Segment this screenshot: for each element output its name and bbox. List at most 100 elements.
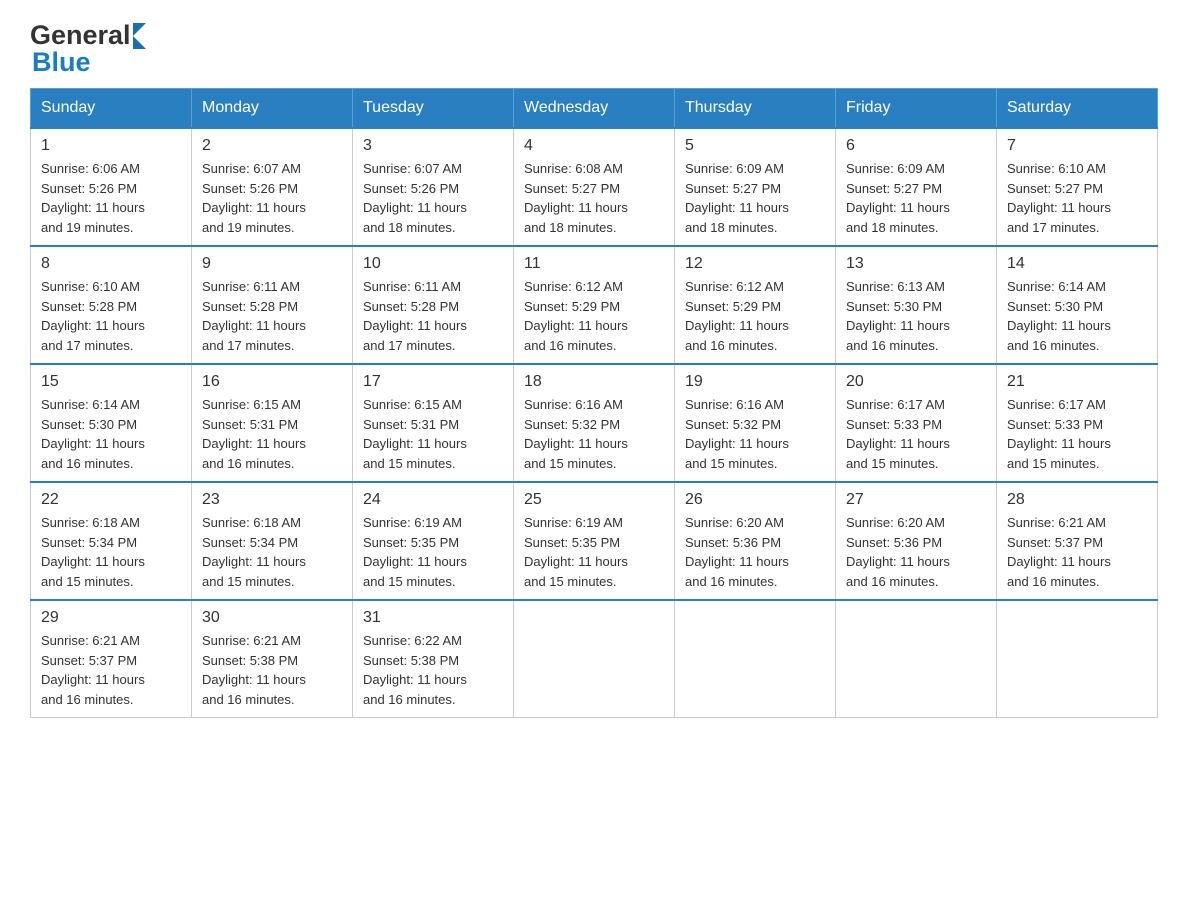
calendar-cell: 31 Sunrise: 6:22 AMSunset: 5:38 PMDaylig… bbox=[353, 600, 514, 718]
day-number: 11 bbox=[524, 255, 664, 273]
day-info: Sunrise: 6:10 AMSunset: 5:27 PMDaylight:… bbox=[1007, 161, 1111, 235]
weekday-header-saturday: Saturday bbox=[997, 89, 1158, 129]
calendar-cell: 23 Sunrise: 6:18 AMSunset: 5:34 PMDaylig… bbox=[192, 482, 353, 600]
weekday-header-monday: Monday bbox=[192, 89, 353, 129]
day-info: Sunrise: 6:17 AMSunset: 5:33 PMDaylight:… bbox=[846, 397, 950, 471]
day-number: 24 bbox=[363, 491, 503, 509]
calendar-cell: 16 Sunrise: 6:15 AMSunset: 5:31 PMDaylig… bbox=[192, 364, 353, 482]
calendar-cell bbox=[836, 600, 997, 718]
day-info: Sunrise: 6:18 AMSunset: 5:34 PMDaylight:… bbox=[41, 515, 145, 589]
calendar-week-row: 8 Sunrise: 6:10 AMSunset: 5:28 PMDayligh… bbox=[31, 246, 1158, 364]
day-info: Sunrise: 6:10 AMSunset: 5:28 PMDaylight:… bbox=[41, 279, 145, 353]
day-number: 8 bbox=[41, 255, 181, 273]
day-number: 14 bbox=[1007, 255, 1147, 273]
calendar-cell bbox=[675, 600, 836, 718]
calendar-cell: 14 Sunrise: 6:14 AMSunset: 5:30 PMDaylig… bbox=[997, 246, 1158, 364]
calendar-cell: 9 Sunrise: 6:11 AMSunset: 5:28 PMDayligh… bbox=[192, 246, 353, 364]
calendar-cell: 15 Sunrise: 6:14 AMSunset: 5:30 PMDaylig… bbox=[31, 364, 192, 482]
day-info: Sunrise: 6:12 AMSunset: 5:29 PMDaylight:… bbox=[685, 279, 789, 353]
calendar-cell: 10 Sunrise: 6:11 AMSunset: 5:28 PMDaylig… bbox=[353, 246, 514, 364]
calendar-cell bbox=[514, 600, 675, 718]
day-info: Sunrise: 6:14 AMSunset: 5:30 PMDaylight:… bbox=[41, 397, 145, 471]
calendar-header: SundayMondayTuesdayWednesdayThursdayFrid… bbox=[31, 89, 1158, 129]
day-info: Sunrise: 6:21 AMSunset: 5:37 PMDaylight:… bbox=[1007, 515, 1111, 589]
calendar-cell: 5 Sunrise: 6:09 AMSunset: 5:27 PMDayligh… bbox=[675, 128, 836, 246]
calendar-cell: 17 Sunrise: 6:15 AMSunset: 5:31 PMDaylig… bbox=[353, 364, 514, 482]
day-number: 13 bbox=[846, 255, 986, 273]
day-info: Sunrise: 6:19 AMSunset: 5:35 PMDaylight:… bbox=[524, 515, 628, 589]
day-info: Sunrise: 6:14 AMSunset: 5:30 PMDaylight:… bbox=[1007, 279, 1111, 353]
day-number: 9 bbox=[202, 255, 342, 273]
day-number: 19 bbox=[685, 373, 825, 391]
day-info: Sunrise: 6:09 AMSunset: 5:27 PMDaylight:… bbox=[685, 161, 789, 235]
calendar-cell: 25 Sunrise: 6:19 AMSunset: 5:35 PMDaylig… bbox=[514, 482, 675, 600]
calendar-cell: 18 Sunrise: 6:16 AMSunset: 5:32 PMDaylig… bbox=[514, 364, 675, 482]
day-info: Sunrise: 6:09 AMSunset: 5:27 PMDaylight:… bbox=[846, 161, 950, 235]
day-info: Sunrise: 6:13 AMSunset: 5:30 PMDaylight:… bbox=[846, 279, 950, 353]
calendar-cell: 6 Sunrise: 6:09 AMSunset: 5:27 PMDayligh… bbox=[836, 128, 997, 246]
calendar-cell: 3 Sunrise: 6:07 AMSunset: 5:26 PMDayligh… bbox=[353, 128, 514, 246]
day-info: Sunrise: 6:20 AMSunset: 5:36 PMDaylight:… bbox=[685, 515, 789, 589]
day-info: Sunrise: 6:11 AMSunset: 5:28 PMDaylight:… bbox=[363, 279, 467, 353]
page-header: General Blue bbox=[30, 20, 1158, 78]
day-info: Sunrise: 6:07 AMSunset: 5:26 PMDaylight:… bbox=[202, 161, 306, 235]
day-number: 6 bbox=[846, 137, 986, 155]
day-info: Sunrise: 6:08 AMSunset: 5:27 PMDaylight:… bbox=[524, 161, 628, 235]
calendar-cell bbox=[997, 600, 1158, 718]
day-number: 12 bbox=[685, 255, 825, 273]
day-number: 3 bbox=[363, 137, 503, 155]
day-number: 31 bbox=[363, 609, 503, 627]
day-info: Sunrise: 6:06 AMSunset: 5:26 PMDaylight:… bbox=[41, 161, 145, 235]
calendar-cell: 8 Sunrise: 6:10 AMSunset: 5:28 PMDayligh… bbox=[31, 246, 192, 364]
calendar-week-row: 1 Sunrise: 6:06 AMSunset: 5:26 PMDayligh… bbox=[31, 128, 1158, 246]
day-number: 21 bbox=[1007, 373, 1147, 391]
day-number: 26 bbox=[685, 491, 825, 509]
day-info: Sunrise: 6:22 AMSunset: 5:38 PMDaylight:… bbox=[363, 633, 467, 707]
calendar-cell: 26 Sunrise: 6:20 AMSunset: 5:36 PMDaylig… bbox=[675, 482, 836, 600]
weekday-header-row: SundayMondayTuesdayWednesdayThursdayFrid… bbox=[31, 89, 1158, 129]
day-info: Sunrise: 6:19 AMSunset: 5:35 PMDaylight:… bbox=[363, 515, 467, 589]
calendar-week-row: 29 Sunrise: 6:21 AMSunset: 5:37 PMDaylig… bbox=[31, 600, 1158, 718]
day-info: Sunrise: 6:16 AMSunset: 5:32 PMDaylight:… bbox=[685, 397, 789, 471]
logo-blue-text: Blue bbox=[32, 47, 91, 78]
calendar-cell: 21 Sunrise: 6:17 AMSunset: 5:33 PMDaylig… bbox=[997, 364, 1158, 482]
weekday-header-friday: Friday bbox=[836, 89, 997, 129]
day-number: 17 bbox=[363, 373, 503, 391]
day-number: 10 bbox=[363, 255, 503, 273]
day-number: 29 bbox=[41, 609, 181, 627]
day-number: 5 bbox=[685, 137, 825, 155]
day-number: 25 bbox=[524, 491, 664, 509]
calendar-cell: 13 Sunrise: 6:13 AMSunset: 5:30 PMDaylig… bbox=[836, 246, 997, 364]
day-number: 27 bbox=[846, 491, 986, 509]
day-number: 23 bbox=[202, 491, 342, 509]
day-number: 20 bbox=[846, 373, 986, 391]
day-info: Sunrise: 6:15 AMSunset: 5:31 PMDaylight:… bbox=[202, 397, 306, 471]
day-number: 18 bbox=[524, 373, 664, 391]
weekday-header-thursday: Thursday bbox=[675, 89, 836, 129]
calendar-cell: 30 Sunrise: 6:21 AMSunset: 5:38 PMDaylig… bbox=[192, 600, 353, 718]
calendar-cell: 24 Sunrise: 6:19 AMSunset: 5:35 PMDaylig… bbox=[353, 482, 514, 600]
weekday-header-sunday: Sunday bbox=[31, 89, 192, 129]
day-number: 2 bbox=[202, 137, 342, 155]
day-info: Sunrise: 6:11 AMSunset: 5:28 PMDaylight:… bbox=[202, 279, 306, 353]
calendar-cell: 19 Sunrise: 6:16 AMSunset: 5:32 PMDaylig… bbox=[675, 364, 836, 482]
day-number: 30 bbox=[202, 609, 342, 627]
calendar-cell: 28 Sunrise: 6:21 AMSunset: 5:37 PMDaylig… bbox=[997, 482, 1158, 600]
day-info: Sunrise: 6:18 AMSunset: 5:34 PMDaylight:… bbox=[202, 515, 306, 589]
calendar-cell: 27 Sunrise: 6:20 AMSunset: 5:36 PMDaylig… bbox=[836, 482, 997, 600]
calendar-body: 1 Sunrise: 6:06 AMSunset: 5:26 PMDayligh… bbox=[31, 128, 1158, 718]
calendar-cell: 4 Sunrise: 6:08 AMSunset: 5:27 PMDayligh… bbox=[514, 128, 675, 246]
calendar-cell: 22 Sunrise: 6:18 AMSunset: 5:34 PMDaylig… bbox=[31, 482, 192, 600]
calendar-week-row: 15 Sunrise: 6:14 AMSunset: 5:30 PMDaylig… bbox=[31, 364, 1158, 482]
calendar-table: SundayMondayTuesdayWednesdayThursdayFrid… bbox=[30, 88, 1158, 718]
day-info: Sunrise: 6:20 AMSunset: 5:36 PMDaylight:… bbox=[846, 515, 950, 589]
calendar-cell: 7 Sunrise: 6:10 AMSunset: 5:27 PMDayligh… bbox=[997, 128, 1158, 246]
day-info: Sunrise: 6:21 AMSunset: 5:37 PMDaylight:… bbox=[41, 633, 145, 707]
logo: General Blue bbox=[30, 20, 146, 78]
day-number: 7 bbox=[1007, 137, 1147, 155]
day-info: Sunrise: 6:21 AMSunset: 5:38 PMDaylight:… bbox=[202, 633, 306, 707]
weekday-header-tuesday: Tuesday bbox=[353, 89, 514, 129]
day-info: Sunrise: 6:12 AMSunset: 5:29 PMDaylight:… bbox=[524, 279, 628, 353]
day-number: 15 bbox=[41, 373, 181, 391]
calendar-cell: 2 Sunrise: 6:07 AMSunset: 5:26 PMDayligh… bbox=[192, 128, 353, 246]
